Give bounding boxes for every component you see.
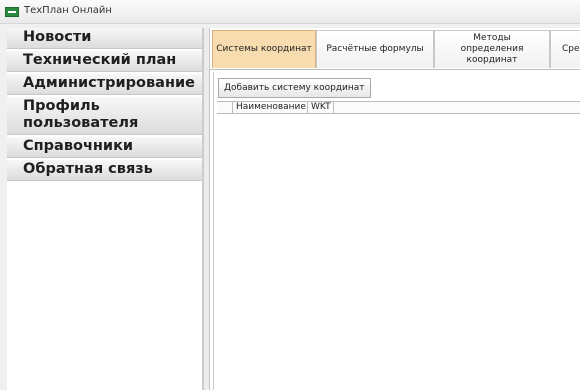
tab-content: Добавить систему координат Наименование … <box>213 72 580 390</box>
wkt-column-header[interactable]: WKT <box>308 102 334 113</box>
sidebar-item-references[interactable]: Справочники <box>7 137 202 158</box>
sidebar-nav: Новости Технический план Администрирован… <box>7 28 203 390</box>
tab-label: Системы координат <box>216 44 312 54</box>
tab-coordinate-systems[interactable]: Системы координат <box>212 30 316 68</box>
tab-partial[interactable]: Сре <box>550 30 580 68</box>
sidebar-item-news[interactable]: Новости <box>7 28 202 49</box>
main-panel: Системы координат Расчётные формулы Мето… <box>209 28 580 390</box>
select-column-header[interactable] <box>217 102 233 113</box>
window-title: ТехПлан Онлайн <box>24 5 112 16</box>
tab-calculation-formulas[interactable]: Расчётные формулы <box>316 30 434 68</box>
tab-coordinate-methods[interactable]: Методы определения координат <box>434 30 550 68</box>
name-column-header[interactable]: Наименование <box>233 102 308 113</box>
toolbar: Добавить систему координат <box>218 77 371 98</box>
sidebar-item-technical-plan[interactable]: Технический план <box>7 51 202 72</box>
grid-header: Наименование WKT <box>217 101 580 114</box>
sidebar-item-administration[interactable]: Администрирование <box>7 74 202 95</box>
tab-label: Сре <box>562 44 580 54</box>
tab-bar: Системы координат Расчётные формулы Мето… <box>210 28 580 70</box>
sidebar-item-user-profile[interactable]: Профиль пользователя <box>7 97 202 135</box>
tab-label: Расчётные формулы <box>326 44 424 54</box>
app-logo-icon <box>5 7 19 17</box>
tab-label: Методы определения координат <box>460 33 524 65</box>
sidebar-item-feedback[interactable]: Обратная связь <box>7 160 202 181</box>
title-bar: ТехПлан Онлайн <box>0 0 580 24</box>
add-coordinate-system-button[interactable]: Добавить систему координат <box>218 78 371 98</box>
